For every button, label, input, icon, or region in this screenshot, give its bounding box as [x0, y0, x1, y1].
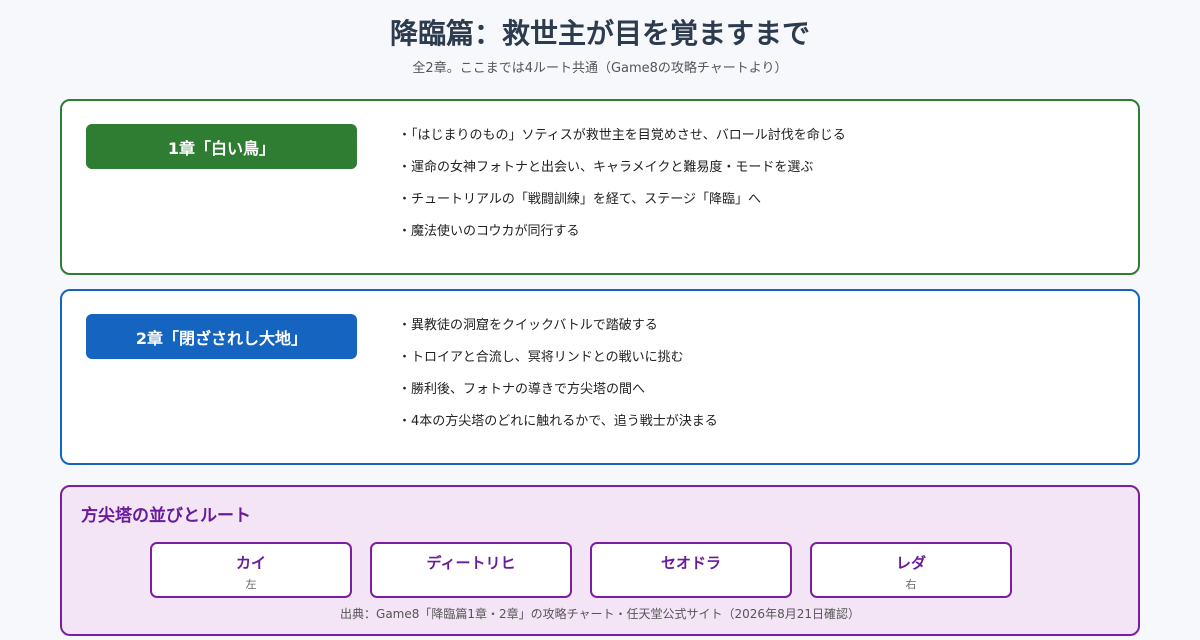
tower-kai: カイ 左: [150, 542, 352, 598]
tower-name: レダ: [895, 554, 926, 572]
page-title: 降臨篇：救世主が目を覚ますまで: [389, 17, 810, 50]
chapter-2-label: 2章「閉ざされし大地」: [86, 314, 357, 359]
chapter-2-panel: 2章「閉ざされし大地」 異教徒の洞窟をクイックバトルで踏破する トロイアと合流し…: [60, 289, 1140, 465]
chapter-1-panel: 1章「白い鳥」 「はじまりのもの」ソティスが救世主を目覚めさせ、バロール討伐を命…: [60, 99, 1140, 275]
chapter-1-bullet: チュートリアルの「戦闘訓練」を経て、ステージ「降臨」へ: [398, 191, 846, 223]
chapter-1-bullet-list: 「はじまりのもの」ソティスが救世主を目覚めさせ、バロール討伐を命じる 運命の女神…: [398, 127, 846, 255]
tower-name: カイ: [235, 554, 266, 572]
chapter-1-bullet: 魔法使いのコウカが同行する: [398, 223, 846, 255]
tower-name: ディートリヒ: [426, 554, 516, 572]
tower-dietrich: ディートリヒ: [370, 542, 572, 598]
routes-panel: 方尖塔の並びとルート カイ 左 ディートリヒ セオドラ レダ 右 出典：Game…: [60, 485, 1140, 636]
tower-position: 左: [245, 578, 257, 591]
tower-name: セオドラ: [660, 554, 721, 572]
chapter-2-bullet: 勝利後、フォトナの導きで方尖塔の間へ: [398, 381, 718, 413]
tower-position: 右: [905, 578, 917, 591]
source-note: 出典：Game8「降臨篇1章・2章」の攻略チャート・任天堂公式サイト（2026年…: [340, 607, 860, 621]
chapter-2-bullet-list: 異教徒の洞窟をクイックバトルで踏破する トロイアと合流し、冥将リンドとの戦いに挑…: [398, 317, 718, 445]
chapter-1-bullet: 運命の女神フォトナと出会い、キャラメイクと難易度・モードを選ぶ: [398, 159, 846, 191]
tower-leda: レダ 右: [810, 542, 1012, 598]
chapter-1-label: 1章「白い鳥」: [86, 124, 357, 169]
page-subtitle: 全2章。ここまでは4ルート共通（Game8の攻略チャートより）: [412, 61, 788, 76]
chapter-1-bullet: 「はじまりのもの」ソティスが救世主を目覚めさせ、バロール討伐を命じる: [398, 127, 846, 159]
tower-theodora: セオドラ: [590, 542, 792, 598]
chapter-2-bullet: トロイアと合流し、冥将リンドとの戦いに挑む: [398, 349, 718, 381]
chapter-2-bullet: 異教徒の洞窟をクイックバトルで踏破する: [398, 317, 718, 349]
routes-title: 方尖塔の並びとルート: [81, 506, 251, 526]
chapter-2-bullet: 4本の方尖塔のどれに触れるかで、追う戦士が決まる: [398, 413, 718, 445]
